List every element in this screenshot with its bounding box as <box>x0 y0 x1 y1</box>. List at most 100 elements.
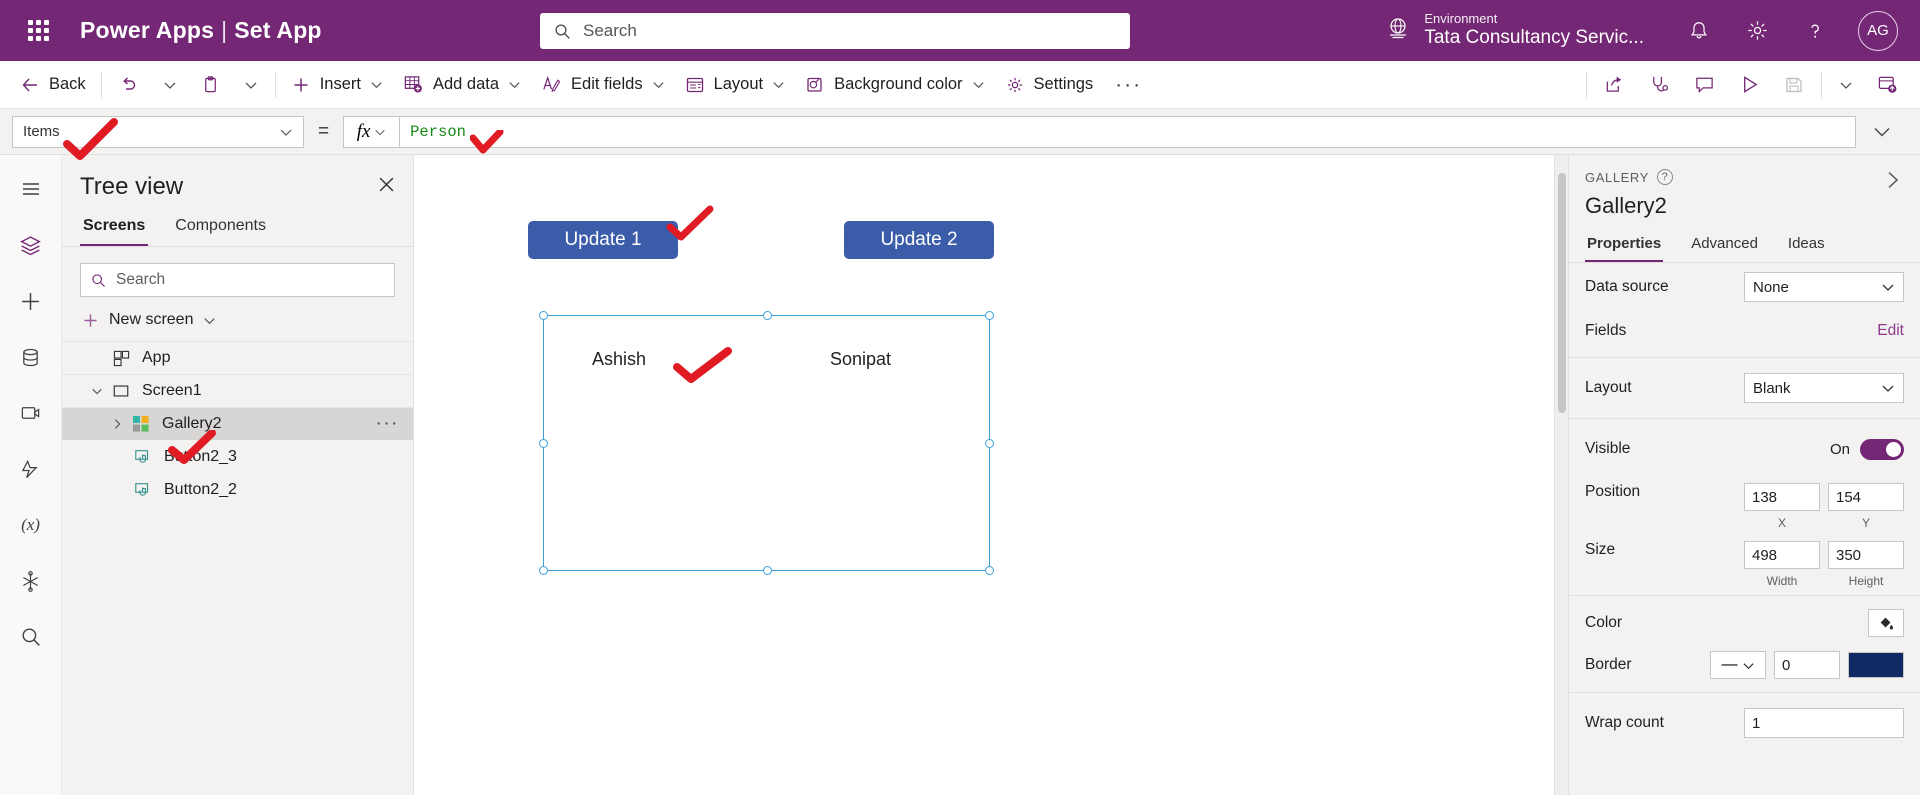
back-button[interactable]: Back <box>10 65 96 105</box>
canvas-scrollbar-thumb[interactable] <box>1558 173 1566 413</box>
global-search-box[interactable]: Search <box>540 13 1130 49</box>
chevron-down-icon <box>772 78 785 91</box>
resize-handle-top-center[interactable] <box>763 311 772 320</box>
new-screen-button[interactable]: New screen <box>62 297 413 341</box>
data-icon[interactable] <box>7 333 55 381</box>
question-icon[interactable]: ? <box>1656 169 1673 185</box>
tree-item-app[interactable]: App <box>62 341 413 374</box>
chevron-right-icon[interactable] <box>106 418 128 430</box>
tab-components[interactable]: Components <box>172 211 269 246</box>
save-button[interactable] <box>1772 65 1816 105</box>
divider <box>1569 692 1920 693</box>
tree-item-overflow-button[interactable]: ··· <box>376 413 399 435</box>
power-automate-icon[interactable] <box>7 445 55 493</box>
tree-item-button2-3[interactable]: Button2_3 <box>62 440 413 473</box>
layout-dropdown[interactable]: Blank <box>1744 373 1904 403</box>
size-width-input[interactable]: 498 <box>1744 541 1820 569</box>
app-checker-search-icon[interactable] <box>7 613 55 661</box>
insert-button[interactable]: Insert <box>281 65 393 105</box>
left-icon-rail: (x) <box>0 155 62 795</box>
undo-icon <box>122 76 135 90</box>
clipboard-icon <box>204 76 216 93</box>
plus-icon <box>294 78 308 91</box>
property-border: Border — 0 <box>1569 644 1920 686</box>
size-height-input[interactable]: 350 <box>1828 541 1904 569</box>
canvas-button-update-1[interactable]: Update 1 <box>528 221 678 259</box>
tree-view-icon[interactable] <box>7 221 55 269</box>
position-y-input[interactable]: 154 <box>1828 483 1904 511</box>
border-style-dropdown[interactable]: — <box>1710 651 1766 679</box>
app-checker-button[interactable] <box>1637 65 1682 105</box>
brand-title[interactable]: Power Apps | Set App <box>80 17 322 44</box>
tab-ideas[interactable]: Ideas <box>1786 231 1827 262</box>
save-dropdown-button[interactable] <box>1827 65 1865 105</box>
share-button[interactable] <box>1592 65 1637 105</box>
preview-button[interactable] <box>1727 65 1772 105</box>
resize-handle-middle-left[interactable] <box>539 439 548 448</box>
button-icon <box>130 481 156 499</box>
property-selector[interactable]: Items <box>12 115 304 148</box>
tree-search-input[interactable]: Search <box>80 263 395 297</box>
layout-button[interactable]: Layout <box>675 65 796 105</box>
resize-handle-bottom-right[interactable] <box>985 566 994 575</box>
media-icon[interactable] <box>7 389 55 437</box>
resize-handle-middle-right[interactable] <box>985 439 994 448</box>
canvas-gallery2[interactable]: Ashish Sonipat <box>539 311 994 575</box>
resize-handle-bottom-center[interactable] <box>763 566 772 575</box>
tab-screens[interactable]: Screens <box>80 211 149 246</box>
fx-button[interactable]: fx <box>343 115 400 148</box>
resize-handle-bottom-left[interactable] <box>539 566 548 575</box>
hamburger-menu-icon[interactable] <box>7 165 55 213</box>
share-icon <box>1606 76 1622 92</box>
fields-edit-link[interactable]: Edit <box>1877 322 1904 340</box>
data-source-dropdown[interactable]: None <box>1744 272 1904 302</box>
wrap-count-input[interactable]: 1 <box>1744 708 1904 738</box>
background-color-button[interactable]: Background color <box>795 65 994 105</box>
help-button[interactable] <box>1786 20 1844 42</box>
color-picker-button[interactable] <box>1868 609 1904 637</box>
tree-item-button2-2[interactable]: Button2_2 <box>62 473 413 506</box>
app-launcher-button[interactable] <box>18 20 58 41</box>
border-thickness-input[interactable]: 0 <box>1774 651 1840 679</box>
size-height-label: Height <box>1848 574 1884 588</box>
resize-handle-top-right[interactable] <box>985 311 994 320</box>
chevron-right-icon[interactable] <box>1882 169 1904 196</box>
chevron-down-icon[interactable] <box>86 385 108 397</box>
resize-handle-top-left[interactable] <box>539 311 548 320</box>
add-data-label: Add data <box>432 75 500 93</box>
tree-item-screen1[interactable]: Screen1 <box>62 374 413 407</box>
notifications-button[interactable] <box>1670 20 1728 42</box>
canvas-vertical-scrollbar[interactable] <box>1554 155 1568 795</box>
environment-selector[interactable]: Environment Tata Consultancy Servic... <box>1386 11 1644 49</box>
tab-advanced[interactable]: Advanced <box>1689 231 1760 262</box>
tab-properties[interactable]: Properties <box>1585 231 1664 262</box>
components-icon[interactable] <box>7 557 55 605</box>
edit-fields-button[interactable]: Edit fields <box>531 65 675 105</box>
variables-icon[interactable]: (x) <box>7 501 55 549</box>
settings-button[interactable] <box>1728 19 1786 42</box>
visible-toggle[interactable] <box>1860 438 1904 460</box>
border-color-swatch[interactable] <box>1848 652 1904 678</box>
add-data-button[interactable]: Add data <box>393 65 531 105</box>
position-inputs: 138 154 <box>1744 483 1904 511</box>
paste-dropdown-button[interactable] <box>232 65 270 105</box>
tree-item-gallery2[interactable]: Gallery2 ··· <box>62 407 413 440</box>
undo-button[interactable] <box>107 65 151 105</box>
publish-icon <box>1878 76 1897 93</box>
position-y-value: 154 <box>1836 488 1862 506</box>
comments-button[interactable] <box>1682 65 1727 105</box>
undo-dropdown-button[interactable] <box>151 65 189 105</box>
paste-button[interactable] <box>189 65 232 105</box>
position-x-input[interactable]: 138 <box>1744 483 1820 511</box>
properties-kicker-label: GALLERY <box>1585 169 1649 185</box>
formula-input[interactable]: Person <box>399 115 1856 148</box>
settings-command-button[interactable]: Settings <box>995 65 1104 105</box>
publish-button[interactable] <box>1865 65 1910 105</box>
user-avatar[interactable]: AG <box>1858 10 1898 51</box>
close-icon[interactable] <box>378 176 395 198</box>
app-screen-canvas[interactable]: Update 1 Update 2 Ashish Sonipat <box>414 155 1554 795</box>
formula-bar-collapse-button[interactable] <box>1856 121 1908 143</box>
canvas-button-update-2[interactable]: Update 2 <box>844 221 994 259</box>
command-overflow-button[interactable]: ··· <box>1103 73 1154 97</box>
insert-plus-icon[interactable] <box>7 277 55 325</box>
